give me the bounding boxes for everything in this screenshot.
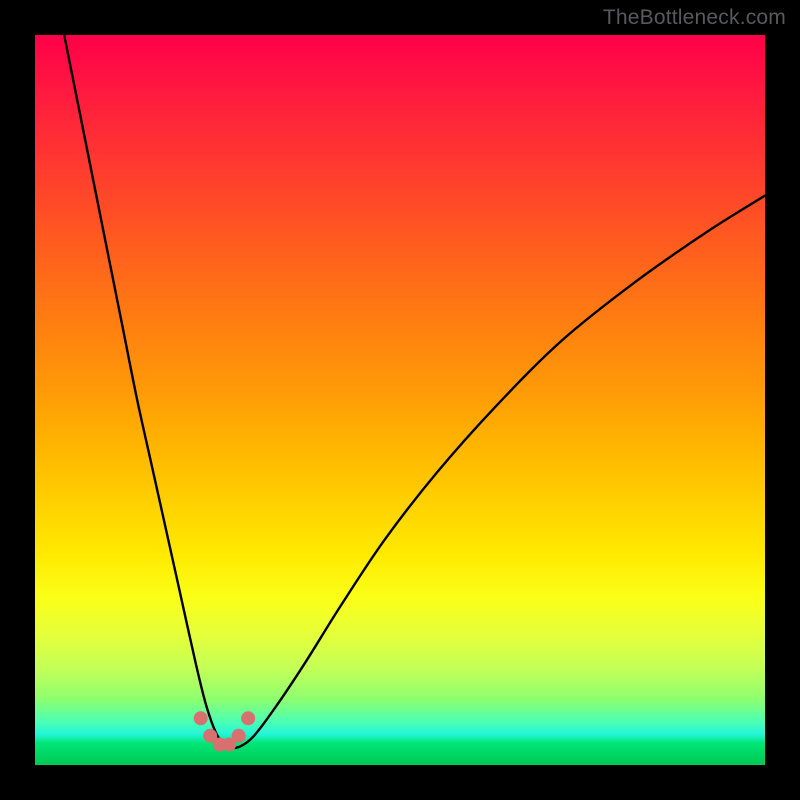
bottleneck-curve (64, 35, 765, 748)
trough-marker (194, 711, 208, 725)
watermark-text: TheBottleneck.com (603, 6, 786, 30)
trough-marker (232, 729, 246, 743)
chart-frame: TheBottleneck.com (0, 0, 800, 800)
trough-markers (194, 711, 255, 751)
trough-marker (241, 711, 255, 725)
curve-layer (35, 35, 765, 765)
plot-area (35, 35, 765, 765)
